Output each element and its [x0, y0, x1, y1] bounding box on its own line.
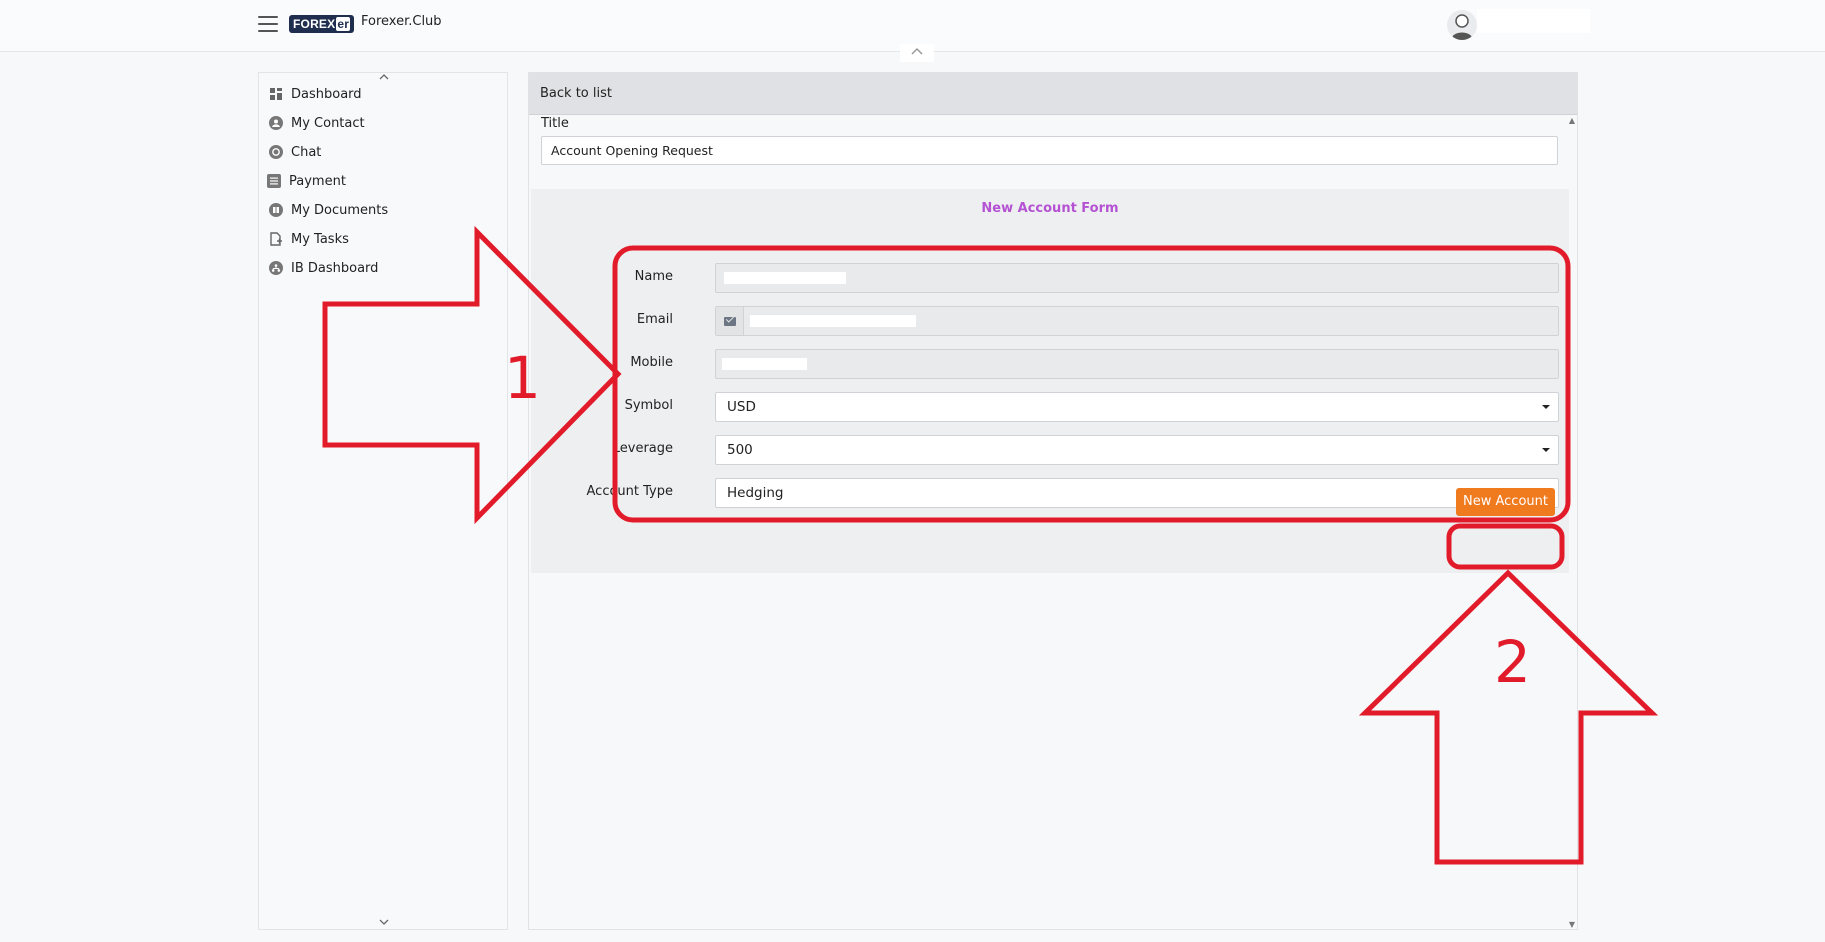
- main-panel: Back to list ▲ Title New Account Form Na…: [528, 72, 1578, 930]
- sidebar-item-my-documents[interactable]: My Documents: [269, 198, 388, 222]
- sidebar-item-label: Payment: [289, 173, 346, 189]
- leverage-label: Leverage: [612, 441, 673, 456]
- leverage-value: 500: [727, 442, 753, 458]
- email-addon: [716, 307, 744, 335]
- email-field[interactable]: [715, 306, 1559, 336]
- sidebar-item-label: IB Dashboard: [291, 260, 379, 276]
- sidebar-item-dashboard[interactable]: Dashboard: [269, 82, 362, 106]
- sidebar-item-chat[interactable]: Chat: [269, 140, 321, 164]
- sidebar-item-label: Dashboard: [291, 86, 362, 102]
- sidebar-item-label: My Tasks: [291, 231, 349, 247]
- account-type-select[interactable]: Hedging: [715, 478, 1559, 508]
- chevron-up-icon: [911, 47, 923, 55]
- back-to-list-link[interactable]: Back to list: [540, 86, 612, 101]
- new-account-button[interactable]: New Account: [1456, 488, 1555, 516]
- mobile-label: Mobile: [630, 355, 673, 370]
- name-field[interactable]: [715, 263, 1559, 293]
- email-label: Email: [636, 312, 673, 327]
- brand-logo[interactable]: FOREX er: [289, 15, 355, 33]
- envelope-icon: [723, 316, 736, 326]
- chevron-down-icon: [1542, 405, 1550, 409]
- hamburger-menu-icon[interactable]: [258, 16, 278, 32]
- site-name: Forexer.Club: [361, 14, 442, 29]
- network-icon: [269, 261, 283, 275]
- leverage-select[interactable]: 500: [715, 435, 1559, 465]
- sidebar-item-label: My Documents: [291, 202, 389, 218]
- panel-scroll-down-icon[interactable]: ▼: [1569, 920, 1575, 929]
- form-heading: New Account Form: [981, 201, 1119, 216]
- symbol-select[interactable]: USD: [715, 392, 1559, 422]
- collapse-header-button[interactable]: [900, 44, 934, 62]
- panel-header: Back to list: [529, 73, 1577, 115]
- name-label: Name: [634, 269, 673, 284]
- title-label: Title: [541, 116, 569, 131]
- title-input[interactable]: [541, 136, 1558, 165]
- grid-icon: [269, 87, 283, 101]
- sidebar-scroll-down-icon[interactable]: [379, 918, 389, 929]
- user-name[interactable]: [1477, 9, 1590, 33]
- chat-icon: [269, 145, 283, 159]
- sidebar-item-label: Chat: [291, 144, 322, 160]
- symbol-label: Symbol: [624, 398, 673, 413]
- account-type-value: Hedging: [727, 485, 784, 501]
- list-icon: [267, 174, 281, 188]
- mobile-value-redacted: [722, 358, 807, 370]
- logo-text: FOREX: [293, 17, 336, 31]
- mobile-field[interactable]: [715, 349, 1559, 379]
- email-value-redacted: [750, 315, 916, 327]
- account-type-label: Account Type: [586, 484, 673, 499]
- panel-scroll-up-icon[interactable]: ▲: [1569, 116, 1575, 125]
- sidebar-item-payment[interactable]: Payment: [267, 169, 346, 193]
- new-account-form: New Account Form Name Email Mobile Symbo…: [531, 189, 1569, 573]
- contact-icon: [269, 116, 283, 130]
- name-value-redacted: [724, 272, 846, 284]
- chevron-down-icon: [1542, 448, 1550, 452]
- sidebar-item-my-tasks[interactable]: My Tasks: [269, 227, 349, 251]
- sidebar-item-ib-dashboard[interactable]: IB Dashboard: [269, 256, 378, 280]
- sidebar-scroll-up-icon[interactable]: [379, 73, 389, 84]
- sidebar-item-my-contact[interactable]: My Contact: [269, 111, 365, 135]
- user-avatar-icon[interactable]: [1447, 10, 1477, 40]
- sidebar: Dashboard My Contact Chat Payment My Doc…: [258, 72, 508, 930]
- sidebar-item-label: My Contact: [291, 115, 365, 131]
- task-icon: [269, 232, 283, 246]
- documents-icon: [269, 203, 283, 217]
- logo-suffix: er: [336, 17, 351, 31]
- symbol-value: USD: [727, 399, 756, 415]
